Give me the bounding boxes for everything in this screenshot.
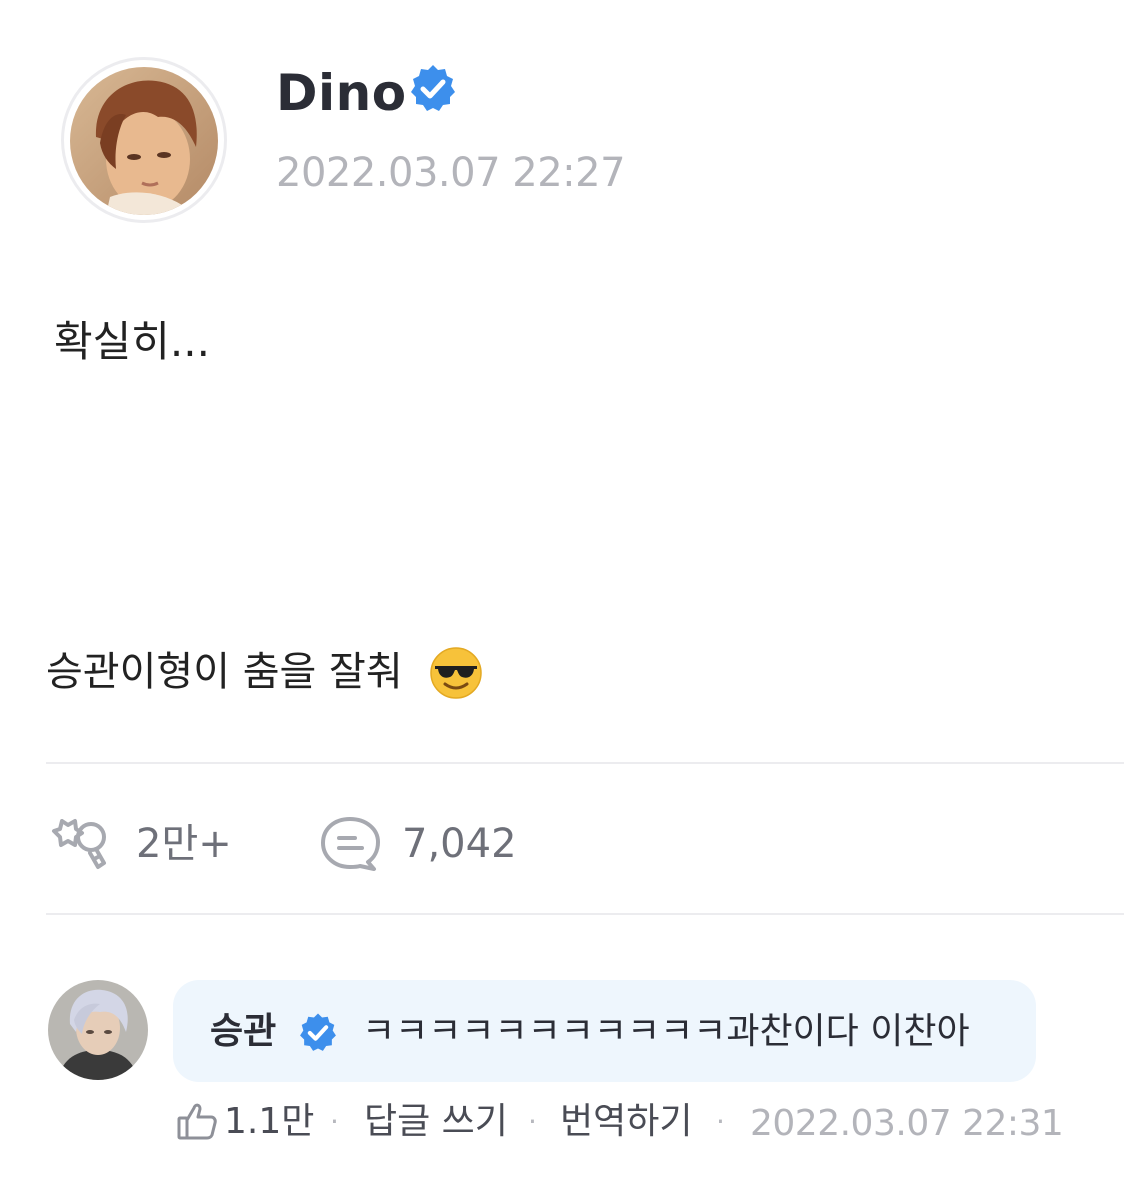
post-timestamp: 2022.03.07 22:27 [276, 150, 626, 196]
comment-timestamp: 2022.03.07 22:31 [750, 1103, 1064, 1144]
like-count[interactable]: 2만+ [136, 817, 232, 871]
reply-button[interactable]: 답글 쓰기 [364, 1096, 508, 1148]
comment-like-count[interactable]: 1.1만 [224, 1096, 314, 1148]
divider-bottom [46, 913, 1124, 915]
verified-badge-icon [411, 65, 455, 111]
separator-dot: · [330, 1105, 339, 1138]
comment-icon[interactable] [320, 815, 382, 873]
translate-button[interactable]: 번역하기 [560, 1096, 692, 1148]
author-photo [70, 67, 218, 215]
commenter-avatar[interactable] [48, 980, 148, 1080]
separator-dot: · [528, 1105, 537, 1138]
author-avatar[interactable] [70, 67, 218, 215]
post-text-line-2: 승관이형이 춤을 잘춰 [46, 649, 403, 695]
verified-badge-icon [300, 1013, 336, 1051]
commenter-name[interactable]: 승관 [210, 1006, 276, 1058]
comment-text: ㅋㅋㅋㅋㅋㅋㅋㅋㅋㅋㅋ과찬이다 이찬아 [362, 1011, 970, 1052]
divider-top [46, 762, 1124, 764]
like-icon[interactable] [48, 811, 120, 873]
commenter-photo [48, 980, 148, 1080]
author-name[interactable]: Dino [276, 60, 407, 126]
sunglasses-emoji-icon [430, 647, 482, 699]
post-text-line-1: 확실히... [54, 317, 210, 366]
separator-dot: · [716, 1105, 725, 1138]
comment-count[interactable]: 7,042 [402, 817, 517, 871]
thumbs-up-icon[interactable] [176, 1100, 218, 1142]
